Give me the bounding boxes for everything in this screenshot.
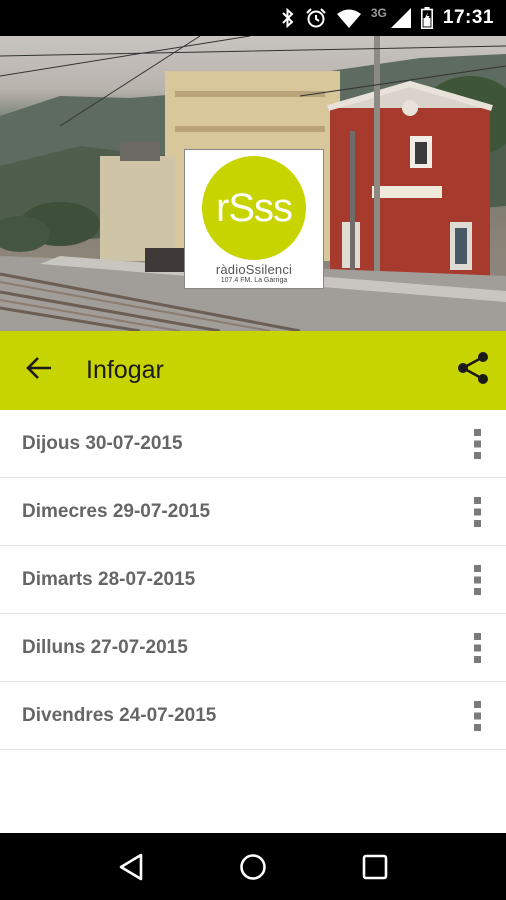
bluetooth-icon <box>281 8 295 28</box>
nav-recents-button[interactable] <box>345 837 405 897</box>
recents-square-icon <box>362 854 388 879</box>
list-item[interactable]: Divendres 24-07-2015 <box>0 682 506 750</box>
list-item[interactable]: Dijous 30-07-2015 <box>0 410 506 478</box>
back-button[interactable] <box>0 331 78 410</box>
share-button[interactable] <box>440 331 506 410</box>
more-options-button[interactable] <box>450 410 506 478</box>
wifi-icon <box>336 8 361 28</box>
more-vertical-icon <box>474 428 481 459</box>
battery-icon <box>420 7 433 29</box>
list-item[interactable]: Dilluns 27-07-2015 <box>0 614 506 682</box>
logo-name: ràdioSsilenci <box>215 262 293 277</box>
header-image: rSss ràdioSsilenci 107.4 FM. La Garriga <box>0 36 506 331</box>
station-logo: rSss ràdioSsilenci 107.4 FM. La Garriga <box>184 149 324 289</box>
more-options-button[interactable] <box>450 478 506 546</box>
more-vertical-icon <box>474 700 481 731</box>
list-item[interactable]: Dimecres 29-07-2015 <box>0 478 506 546</box>
list-item[interactable]: Dimarts 28-07-2015 <box>0 546 506 614</box>
status-bar: 3G 17:31 <box>0 0 506 36</box>
logo-tagline: 107.4 FM. La Garriga <box>220 277 288 284</box>
list-item-label: Dilluns 27-07-2015 <box>22 636 188 658</box>
more-options-button[interactable] <box>450 546 506 614</box>
nav-back-button[interactable] <box>101 837 161 897</box>
nav-home-button[interactable] <box>223 837 283 897</box>
more-vertical-icon <box>474 564 481 595</box>
list-item-label: Dimarts 28-07-2015 <box>22 568 196 590</box>
arrow-left-icon <box>25 354 53 387</box>
more-options-button[interactable] <box>450 614 506 682</box>
logo-mark: rSss <box>202 156 306 260</box>
more-vertical-icon <box>474 632 481 663</box>
network-type-label: 3G <box>370 6 387 20</box>
episode-list: Dijous 30-07-2015 Dimecres 29-07-2015 Di… <box>0 410 506 750</box>
list-item-label: Divendres 24-07-2015 <box>22 704 217 726</box>
home-circle-icon <box>240 853 266 880</box>
page-title: Infogar <box>86 356 164 384</box>
share-icon <box>457 351 489 390</box>
alarm-icon <box>305 7 327 29</box>
status-clock: 17:31 <box>442 7 494 28</box>
back-triangle-icon <box>119 853 143 880</box>
list-item-label: Dijous 30-07-2015 <box>22 432 183 454</box>
more-options-button[interactable] <box>450 682 506 750</box>
signal-icon <box>390 8 411 28</box>
system-nav-bar <box>0 833 506 900</box>
list-item-label: Dimecres 29-07-2015 <box>22 500 211 522</box>
more-vertical-icon <box>474 496 481 527</box>
app-toolbar: Infogar <box>0 331 506 410</box>
